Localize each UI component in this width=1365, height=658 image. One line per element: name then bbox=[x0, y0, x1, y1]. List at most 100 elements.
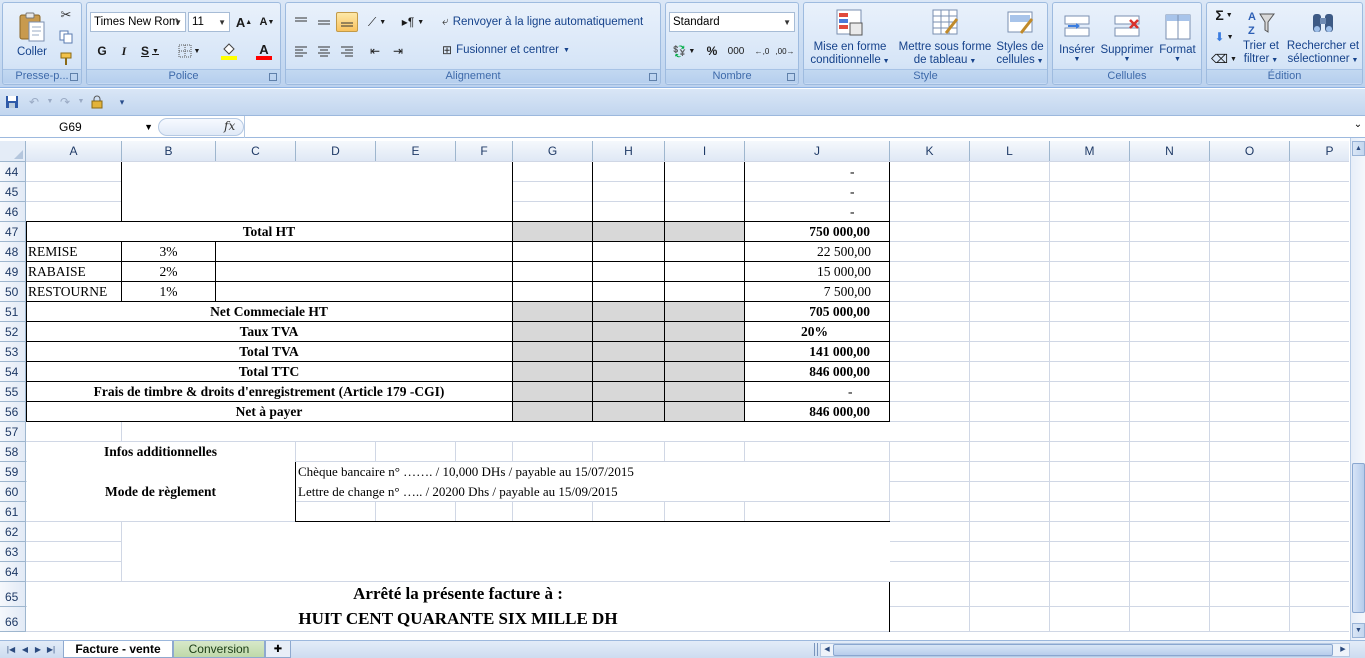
format-cells-button[interactable]: Format ▼ bbox=[1155, 5, 1200, 69]
column-header-N[interactable]: N bbox=[1130, 141, 1210, 162]
horizontal-scroll-thumb[interactable] bbox=[833, 644, 1333, 656]
row-header-55[interactable]: 55 bbox=[0, 382, 26, 402]
grow-font-button[interactable]: A ▲ bbox=[233, 12, 255, 32]
redo-icon[interactable]: ↷ bbox=[58, 95, 72, 109]
row-header-44[interactable]: 44 bbox=[0, 162, 26, 182]
sheet-tab-facture-vente[interactable]: Facture - vente bbox=[63, 641, 173, 658]
row-header-56[interactable]: 56 bbox=[0, 402, 26, 422]
prev-sheet-icon[interactable]: ◀ bbox=[20, 643, 30, 656]
percent-button[interactable]: % bbox=[702, 41, 722, 61]
row-header-66[interactable]: 66 bbox=[0, 607, 26, 632]
next-sheet-icon[interactable]: ▶ bbox=[33, 643, 43, 656]
net-commercial-value[interactable]: 705 000,00 bbox=[744, 303, 870, 321]
total-ttc-label[interactable]: Total TTC bbox=[26, 363, 512, 381]
undo-icon[interactable]: ↶ bbox=[27, 95, 41, 109]
vertical-scroll-thumb[interactable] bbox=[1352, 463, 1365, 613]
currency-button[interactable]: 💱 ▼ bbox=[669, 41, 699, 61]
merge-center-button[interactable]: ⊞ Fusionner et centrer ▼ bbox=[442, 43, 570, 57]
cell-J46[interactable]: - bbox=[850, 203, 855, 221]
formula-input[interactable] bbox=[244, 116, 1351, 138]
save-icon[interactable] bbox=[5, 95, 19, 109]
arrete-label[interactable]: Arrêté la présente facture à : bbox=[26, 584, 890, 604]
column-header-D[interactable]: D bbox=[296, 141, 376, 162]
column-header-B[interactable]: B bbox=[122, 141, 216, 162]
row-header-60[interactable]: 60 bbox=[0, 482, 26, 502]
scroll-left-icon[interactable]: ◀ bbox=[821, 644, 833, 656]
vertical-scrollbar[interactable]: ▲ ▼ bbox=[1350, 138, 1365, 640]
restourne-value[interactable]: 7 500,00 bbox=[744, 283, 871, 301]
rabaise-label[interactable]: RABAISE bbox=[28, 263, 86, 281]
row-header-48[interactable]: 48 bbox=[0, 242, 26, 262]
borders-button[interactable]: ▼ bbox=[173, 41, 205, 61]
horizontal-scrollbar[interactable]: ◀ ▶ bbox=[820, 643, 1350, 657]
cut-icon[interactable]: ✂ bbox=[58, 7, 74, 23]
net-commercial-label[interactable]: Net Commeciale HT bbox=[26, 303, 512, 321]
row-header-46[interactable]: 46 bbox=[0, 202, 26, 222]
net-payer-label[interactable]: Net à payer bbox=[26, 403, 512, 421]
net-payer-value[interactable]: 846 000,00 bbox=[744, 403, 870, 421]
number-dialog-launcher[interactable] bbox=[787, 73, 795, 81]
cell-J44[interactable]: - bbox=[850, 163, 855, 181]
name-box[interactable]: G69 ▼ bbox=[2, 118, 156, 136]
insert-cells-button[interactable]: Insérer ▼ bbox=[1055, 5, 1099, 69]
format-as-table-button[interactable]: Mettre sous forme de tableau ▼ bbox=[896, 5, 994, 69]
underline-button[interactable]: S ▼ bbox=[136, 41, 164, 61]
font-size-select[interactable]: 11 ▼ bbox=[188, 12, 230, 32]
text-direction-button[interactable]: ▸¶ ▼ bbox=[396, 12, 430, 32]
insert-function-icon[interactable]: fx bbox=[224, 119, 235, 133]
column-header-H[interactable]: H bbox=[593, 141, 665, 162]
bold-button[interactable]: G bbox=[92, 41, 112, 61]
row-header-49[interactable]: 49 bbox=[0, 262, 26, 282]
row-header-53[interactable]: 53 bbox=[0, 342, 26, 362]
wrap-text-button[interactable]: ⤶ Renvoyer à la ligne automatiquement bbox=[442, 14, 643, 29]
row-header-62[interactable]: 62 bbox=[0, 522, 26, 542]
column-header-K[interactable]: K bbox=[890, 141, 970, 162]
column-header-P[interactable]: P bbox=[1290, 141, 1349, 162]
remise-value[interactable]: 22 500,00 bbox=[744, 243, 871, 261]
font-color-button[interactable]: A bbox=[249, 41, 279, 61]
align-middle-button[interactable] bbox=[313, 12, 335, 32]
rabaise-rate[interactable]: 2% bbox=[122, 263, 215, 281]
font-dialog-launcher[interactable] bbox=[269, 73, 277, 81]
restourne-label[interactable]: RESTOURNE bbox=[28, 283, 107, 301]
row-header-64[interactable]: 64 bbox=[0, 562, 26, 582]
taux-tva-label[interactable]: Taux TVA bbox=[26, 323, 512, 341]
select-all-corner[interactable] bbox=[0, 141, 26, 162]
infos-additionnelles-label[interactable]: Infos additionnelles bbox=[26, 443, 295, 461]
alignment-dialog-launcher[interactable] bbox=[649, 73, 657, 81]
scroll-down-icon[interactable]: ▼ bbox=[1352, 623, 1365, 638]
fill-button[interactable]: ⬇ ▼ bbox=[1211, 27, 1237, 47]
lettre-change-text[interactable]: Lettre de change n° ….. / 20200 Dhs / pa… bbox=[298, 483, 618, 501]
scroll-up-icon[interactable]: ▲ bbox=[1352, 141, 1365, 156]
rabaise-value[interactable]: 15 000,00 bbox=[744, 263, 871, 281]
row-header-57[interactable]: 57 bbox=[0, 422, 26, 442]
align-center-button[interactable] bbox=[313, 41, 335, 61]
column-header-M[interactable]: M bbox=[1050, 141, 1130, 162]
tab-split-handle[interactable] bbox=[814, 643, 818, 656]
column-header-A[interactable]: A bbox=[26, 141, 122, 162]
column-header-E[interactable]: E bbox=[376, 141, 456, 162]
cheque-text[interactable]: Chèque bancaire n° ……. / 10,000 DHs / pa… bbox=[298, 463, 634, 481]
taux-tva-value[interactable]: 20% bbox=[801, 323, 828, 341]
align-top-button[interactable] bbox=[290, 12, 312, 32]
mode-reglement-label[interactable]: Mode de règlement bbox=[26, 483, 295, 501]
orientation-button[interactable]: ⟋ ▼ bbox=[362, 12, 392, 32]
align-right-button[interactable] bbox=[336, 41, 358, 61]
row-header-58[interactable]: 58 bbox=[0, 442, 26, 462]
row-header-47[interactable]: 47 bbox=[0, 222, 26, 242]
sheet-tab-conversion[interactable]: Conversion bbox=[173, 641, 265, 658]
decrease-decimal-button[interactable]: ,00→ bbox=[774, 41, 796, 61]
increase-decimal-button[interactable]: ←,0 bbox=[751, 41, 773, 61]
remise-rate[interactable]: 3% bbox=[122, 243, 215, 261]
find-select-button[interactable]: Rechercher et sélectionner ▼ bbox=[1285, 5, 1361, 69]
total-ht-value[interactable]: 750 000,00 bbox=[744, 223, 870, 241]
conditional-formatting-button[interactable]: Mise en forme conditionnelle ▼ bbox=[806, 5, 894, 69]
worksheet-grid[interactable]: ABCDEFGHIJKLMNOP 44 45 46 47 48 49 50 51 52 53 54 5… bbox=[0, 141, 1349, 640]
last-sheet-icon[interactable]: ▶| bbox=[46, 643, 56, 656]
scroll-right-icon[interactable]: ▶ bbox=[1337, 644, 1349, 656]
paste-button[interactable]: Coller bbox=[9, 5, 55, 63]
row-header-51[interactable]: 51 bbox=[0, 302, 26, 322]
column-header-O[interactable]: O bbox=[1210, 141, 1290, 162]
amount-in-words[interactable]: HUIT CENT QUARANTE SIX MILLE DH bbox=[26, 609, 890, 629]
align-bottom-button[interactable] bbox=[336, 12, 358, 32]
